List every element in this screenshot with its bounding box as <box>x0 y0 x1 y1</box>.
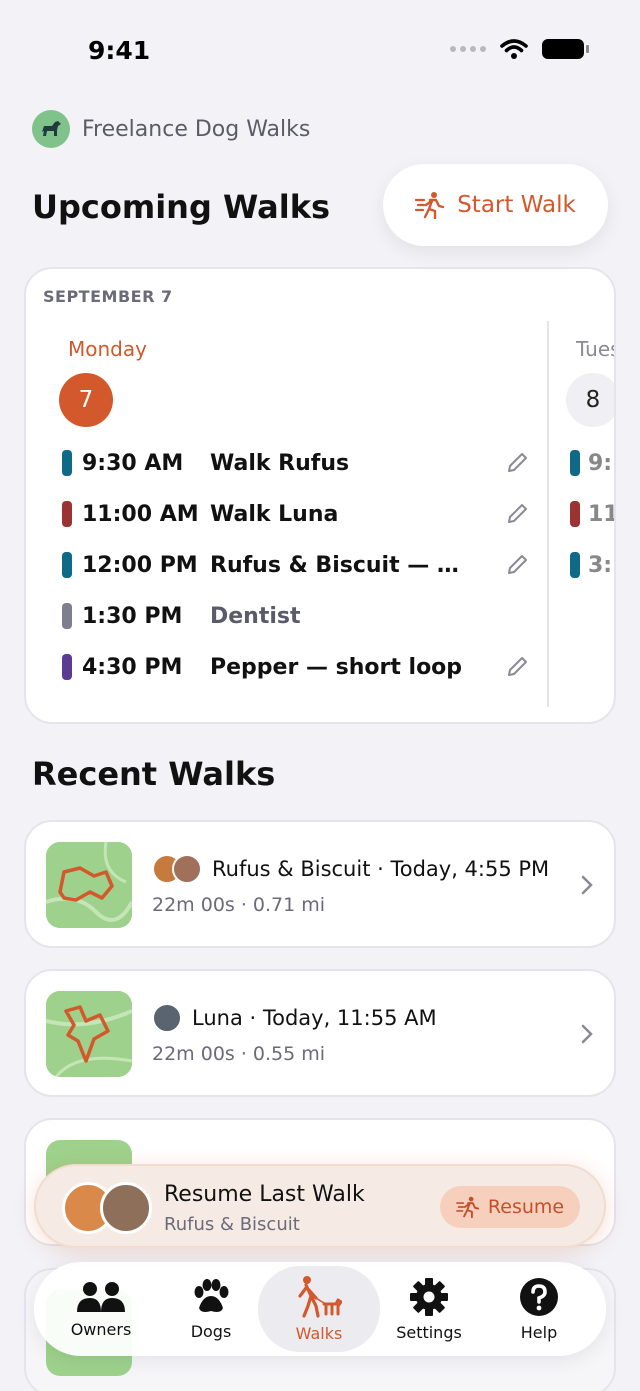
avatar <box>152 1003 182 1033</box>
next-day-event[interactable]: 3: <box>570 545 614 585</box>
event-time: 4:30 PM <box>82 654 183 680</box>
calendar-next-day-number[interactable]: 8 <box>566 373 614 427</box>
walk-route-map <box>46 842 132 928</box>
recent-walk-card[interactable]: Rufus & Biscuit · Today, 4:55 PM 22m 00s… <box>24 820 616 948</box>
question-icon <box>520 1277 558 1316</box>
avatar <box>172 854 202 884</box>
calendar-month-label: SEPTEMBER 7 <box>43 287 173 306</box>
resume-title: Resume Last Walk <box>164 1182 365 1207</box>
recent-walks-title: Recent Walks <box>32 755 276 793</box>
people-icon <box>77 1281 125 1312</box>
tab-label: Owners <box>70 1319 132 1339</box>
app-name: Freelance Dog Walks <box>82 116 311 142</box>
app-logo-icon <box>32 110 70 148</box>
event-time: 11:00 AM <box>82 501 199 527</box>
tab-dogs[interactable]: Dogs <box>156 1262 266 1356</box>
tab-label: Dogs <box>190 1321 232 1341</box>
event-color-bar <box>570 501 580 527</box>
event-title: Pepper — short loop <box>210 654 463 680</box>
start-walk-button[interactable]: Start Walk <box>383 164 608 246</box>
calendar-day-number[interactable]: 7 <box>59 373 113 427</box>
tab-bar: Owners Dogs Walks Settings Help <box>34 1262 606 1356</box>
calendar-card: SEPTEMBER 7 Monday 7 Tuesday 8 9:30 AM Wa… <box>24 267 616 724</box>
walk-meta: 22m 00s · 0.55 mi <box>152 1043 326 1065</box>
status-icons <box>450 38 589 60</box>
dog-avatars <box>152 854 202 884</box>
event-time: 9: <box>588 450 613 476</box>
next-day-event[interactable]: 11 <box>570 494 616 534</box>
upcoming-walks-title: Upcoming Walks <box>32 188 331 226</box>
event-color-bar <box>62 654 72 680</box>
edit-pencil-icon[interactable] <box>502 499 532 529</box>
tab-label: Settings <box>396 1322 462 1342</box>
event-color-bar <box>62 501 72 527</box>
dog-avatars <box>62 1182 152 1234</box>
cellular-signal-icon <box>450 46 486 52</box>
tab-settings[interactable]: Settings <box>374 1262 484 1356</box>
chevron-right-icon <box>581 1024 593 1044</box>
event-row[interactable]: 12:00 PM Rufus & Biscuit — mixed walk <box>62 545 532 585</box>
paw-icon <box>194 1278 229 1312</box>
gear-icon <box>410 1277 448 1316</box>
tab-label: Walks <box>295 1323 343 1343</box>
wifi-icon <box>500 39 528 59</box>
dog-avatars <box>152 1003 182 1033</box>
event-time: 3: <box>588 552 613 578</box>
tab-help[interactable]: Help <box>484 1262 594 1356</box>
event-title: Walk Rufus <box>210 450 350 476</box>
event-color-bar <box>62 603 72 629</box>
walk-meta: 22m 00s · 0.71 mi <box>152 894 326 916</box>
tab-label: Help <box>520 1322 558 1342</box>
app-header: Freelance Dog Walks <box>32 110 310 148</box>
status-bar: 9:41 <box>0 0 640 100</box>
event-title: Walk Luna <box>210 501 339 527</box>
calendar-day-name: Monday <box>68 337 147 361</box>
tab-walks[interactable]: Walks <box>258 1266 380 1352</box>
running-person-icon <box>415 192 445 219</box>
start-walk-label: Start Walk <box>457 192 576 218</box>
next-day-event[interactable]: 9: <box>570 443 614 483</box>
event-row[interactable]: 4:30 PM Pepper — short loop <box>62 647 532 687</box>
walk-route-map <box>46 991 132 1077</box>
event-time: 9:30 AM <box>82 450 184 476</box>
resume-last-walk-bar[interactable]: Resume Last Walk Rufus & Biscuit Resume <box>34 1164 606 1248</box>
edit-pencil-icon[interactable] <box>502 550 532 580</box>
event-time: 11 <box>588 501 616 527</box>
event-row[interactable]: 9:30 AM Walk Rufus <box>62 443 532 483</box>
walk-title: Rufus & Biscuit · Today, 4:55 PM <box>212 857 550 881</box>
event-time: 12:00 PM <box>82 552 198 578</box>
edit-pencil-icon[interactable] <box>502 448 532 478</box>
event-title: Dentist <box>210 603 301 629</box>
calendar-next-day-name: Tuesday <box>576 337 614 361</box>
recent-walk-card[interactable]: Luna · Today, 11:55 AM 22m 00s · 0.55 mi <box>24 969 616 1097</box>
event-row[interactable]: 11:00 AM Walk Luna <box>62 494 532 534</box>
chevron-right-icon <box>581 875 593 895</box>
event-row[interactable]: 1:30 PM Dentist <box>62 596 532 636</box>
event-color-bar <box>570 552 580 578</box>
running-person-icon <box>456 1196 480 1218</box>
status-time: 9:41 <box>88 36 151 65</box>
event-time: 1:30 PM <box>82 603 183 629</box>
avatar <box>100 1182 152 1234</box>
calendar-divider <box>547 321 549 707</box>
dog-walker-icon <box>298 1275 342 1318</box>
resume-button[interactable]: Resume <box>440 1186 580 1228</box>
event-title: Rufus & Biscuit — mixed walk <box>210 552 480 578</box>
tab-owners[interactable]: Owners <box>46 1262 156 1356</box>
event-color-bar <box>570 450 580 476</box>
edit-pencil-icon[interactable] <box>502 652 532 682</box>
event-color-bar <box>62 450 72 476</box>
resume-subtitle: Rufus & Biscuit <box>164 1214 300 1235</box>
battery-icon <box>542 39 589 59</box>
walk-title: Luna · Today, 11:55 AM <box>192 1006 437 1030</box>
resume-button-label: Resume <box>487 1196 565 1218</box>
event-color-bar <box>62 552 72 578</box>
